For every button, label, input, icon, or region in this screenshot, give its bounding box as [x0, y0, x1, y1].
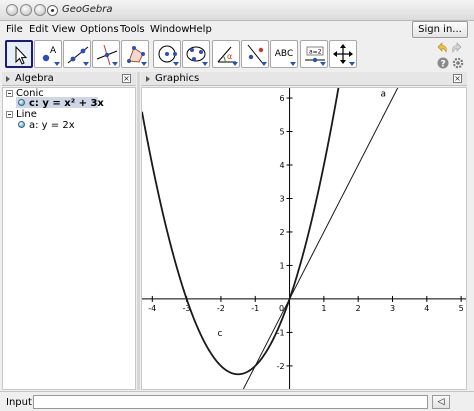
line-a [242, 88, 399, 389]
input-help-button[interactable]: ◁ [432, 395, 450, 409]
graphics-view-title: Graphics [155, 73, 200, 84]
maximize-window-button[interactable] [34, 4, 46, 16]
x-tick-label: 4 [424, 304, 429, 313]
svg-text:?: ? [441, 60, 446, 70]
move-tool-icon [15, 45, 28, 65]
algebra-view: Conic c: y = x² + 3x Line a: y = 2x [2, 87, 136, 390]
y-tick-label: 2 [279, 228, 284, 237]
x-tick-label: 3 [390, 304, 395, 313]
line-visibility-toggle[interactable] [18, 121, 25, 128]
conic-visibility-toggle[interactable] [18, 99, 25, 106]
geogebra-logo-icon [47, 5, 58, 16]
sign-in-button[interactable]: Sign in... [412, 21, 468, 38]
geogebra-window: GeoGebra File Edit View Options Tools Wi… [0, 0, 474, 411]
angle-tool-button[interactable]: α [212, 40, 240, 68]
redo-icon[interactable] [451, 41, 464, 54]
graphics-close-button[interactable]: × [453, 74, 462, 83]
graphics-view-header: Graphics × [141, 72, 467, 86]
settings-icon[interactable] [452, 57, 465, 70]
line-collapse-toggle[interactable] [6, 111, 13, 118]
y-tick-label: 1 [279, 261, 284, 270]
graphics-collapse-icon[interactable] [146, 76, 150, 82]
x-tick-label: -4 [148, 304, 156, 313]
algebra-close-button[interactable]: × [122, 74, 131, 83]
text-tool-button[interactable]: ABC [270, 40, 298, 68]
menu-bar: File Edit View Options Tools Window Help [0, 21, 474, 39]
line-tool-button[interactable] [63, 40, 91, 68]
toolbar: A α ABC a=2 ? [0, 39, 474, 71]
new-point-tool-button[interactable]: A [34, 40, 62, 68]
close-window-button[interactable] [6, 4, 18, 16]
algebra-collapse-icon[interactable] [6, 76, 10, 82]
input-label: Input: [6, 397, 36, 408]
help-icon[interactable]: ? [437, 57, 450, 70]
perpendicular-line-tool-button[interactable] [92, 40, 120, 68]
reflect-tool-button[interactable] [241, 40, 269, 68]
x-tick-label: -2 [217, 304, 225, 313]
label-c: c [217, 329, 222, 339]
menu-file[interactable]: File [6, 24, 23, 35]
x-tick-label: -1 [251, 304, 259, 313]
menu-options[interactable]: Options [80, 24, 119, 35]
menu-help[interactable]: Help [189, 24, 212, 35]
algebra-item-a[interactable]: a: y = 2x [29, 120, 75, 131]
slider-tool-button[interactable]: a=2 [300, 40, 328, 68]
x-tick-label: 1 [321, 304, 326, 313]
algebra-view-header: Algebra × [2, 72, 136, 86]
undo-icon[interactable] [435, 41, 448, 54]
graphics-view[interactable]: -4 -3 -2 -1 0 1 2 3 4 5 6 5 4 3 2 1 -1 -2 c a [141, 87, 467, 390]
y-tick-label: 3 [279, 194, 284, 203]
slider-tool-label: a=2 [309, 49, 322, 56]
y-tick-label: 5 [279, 128, 284, 137]
conic-c-curve [142, 88, 340, 376]
angle-tool-label: α [227, 52, 232, 61]
menu-window[interactable]: Window [150, 24, 189, 35]
algebra-view-title: Algebra [15, 73, 54, 84]
graphics-canvas[interactable]: -4 -3 -2 -1 0 1 2 3 4 5654321-1-2ca [142, 88, 467, 390]
menu-view[interactable]: View [52, 24, 76, 35]
minimize-window-button[interactable] [20, 4, 32, 16]
input-field[interactable] [33, 395, 428, 409]
group-line: Line [16, 109, 37, 120]
menu-edit[interactable]: Edit [29, 24, 48, 35]
conic-collapse-toggle[interactable] [6, 90, 13, 97]
x-tick-label: 2 [356, 304, 361, 313]
move-graphics-view-tool-button[interactable] [329, 40, 357, 68]
ellipse-tool-button[interactable] [182, 40, 210, 68]
menu-tools[interactable]: Tools [120, 24, 145, 35]
move-tool-button[interactable] [5, 40, 33, 68]
title-bar: GeoGebra [0, 0, 474, 21]
y-tick-label: -2 [277, 362, 285, 371]
algebra-item-c[interactable]: c: y = x² + 3x [29, 98, 104, 109]
polygon-tool-button[interactable] [121, 40, 149, 68]
circle-tool-button[interactable] [153, 40, 181, 68]
insert-text-tool-icon: ABC [274, 49, 294, 59]
view-splitter[interactable] [137, 72, 140, 390]
window-title: GeoGebra [62, 4, 113, 15]
y-tick-label: 4 [279, 161, 284, 170]
window-edge [468, 87, 474, 390]
x-tick-label: 5 [459, 304, 464, 313]
y-tick-label: 6 [279, 94, 284, 103]
label-a: a [380, 89, 386, 99]
input-bar: Input: ◁ [0, 391, 474, 411]
point-tool-label: A [50, 46, 57, 56]
